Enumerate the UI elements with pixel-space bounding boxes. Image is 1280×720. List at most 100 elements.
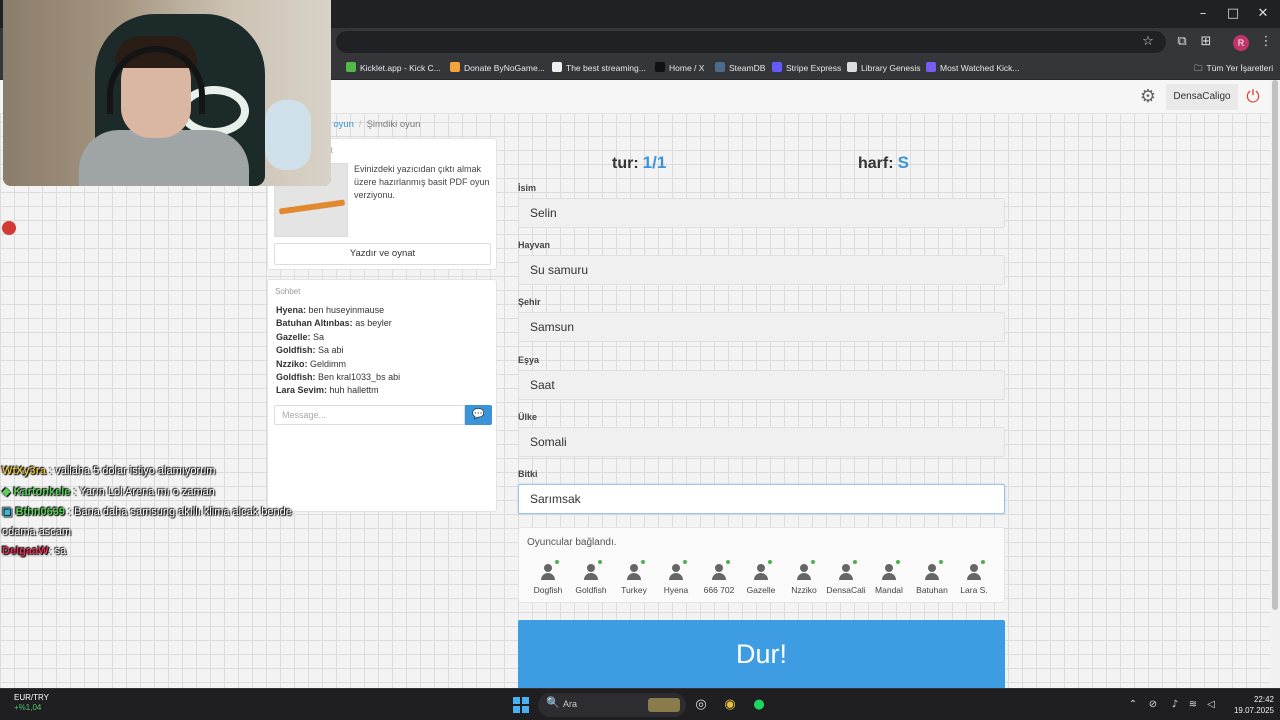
player-name: Gazelle: [746, 585, 776, 595]
chrome-icon[interactable]: ◉: [719, 694, 741, 716]
bookmark-steamdb[interactable]: SteamDB: [715, 60, 765, 76]
bookmark-stripe[interactable]: Stripe Express: [772, 60, 841, 76]
player-card: Gazelle: [740, 560, 782, 595]
stream-logo: [0, 218, 120, 240]
search-icon: 🔍: [546, 696, 560, 709]
bookmark-favicon: [346, 62, 356, 72]
country-input[interactable]: [518, 427, 1005, 457]
user-menu[interactable]: DensaCaligo: [1166, 84, 1238, 110]
bookmark-favicon: [450, 62, 460, 72]
field-label-country: Ülke: [518, 412, 538, 422]
player-card: Lara S.: [953, 560, 995, 595]
breadcrumb-separator: /: [358, 119, 362, 130]
gear-icon[interactable]: ⚙: [1138, 87, 1158, 107]
star-icon[interactable]: ☆: [1138, 32, 1158, 52]
city-input[interactable]: [518, 312, 1005, 342]
user-icon: [835, 560, 857, 582]
user-icon: [921, 560, 943, 582]
round-value: 1/1: [642, 153, 667, 172]
currency-widget[interactable]: EUR/TRY +%1,04: [14, 693, 74, 712]
stream-chat-user: WtXy3ra: [2, 465, 47, 477]
user-icon: [623, 560, 645, 582]
all-bookmarks[interactable]: 🗀 Tüm Yer İşaretleri: [1194, 60, 1273, 76]
windows-start-icon[interactable]: [513, 697, 529, 713]
player-card: Batuhan: [911, 560, 953, 595]
bookmark-x[interactable]: Home / X: [655, 60, 704, 76]
bookmark-favicon: [655, 62, 665, 72]
stream-chat-user: Kartonkele: [13, 485, 71, 498]
chat-user: Goldfish:: [276, 372, 316, 383]
close-icon[interactable]: ✕: [1248, 4, 1278, 24]
minimize-icon[interactable]: –: [1188, 4, 1218, 24]
letter-value: S: [897, 153, 909, 172]
power-icon[interactable]: ⏻: [1242, 86, 1264, 108]
player-name: Nzziko: [791, 585, 817, 595]
profile-avatar[interactable]: R: [1233, 35, 1249, 51]
bookmark-favicon: [552, 62, 562, 72]
chat-message: Hyena: ben huseyinmause: [276, 304, 491, 317]
taskbar-search[interactable]: 🔍 Ara: [538, 693, 686, 717]
name-input[interactable]: [518, 198, 1005, 228]
chat-user: Hyena:: [276, 305, 307, 315]
player-card: DensaCali: [825, 560, 867, 595]
menu-icon[interactable]: ⋮: [1256, 32, 1276, 52]
page-scrollbar[interactable]: [1270, 80, 1280, 688]
chat-text: Sa: [313, 331, 325, 342]
network-icon[interactable]: ⊘: [1142, 694, 1164, 716]
user-icon: [963, 560, 985, 582]
pencil-image: [278, 199, 346, 215]
user-icon: [750, 560, 772, 582]
copilot-icon[interactable]: ◎: [690, 694, 712, 716]
streamer-torso: [79, 130, 249, 186]
folder-icon: 🗀: [1194, 64, 1203, 74]
extensions-icon[interactable]: ⊞: [1196, 32, 1216, 52]
currency-pair: EUR/TRY: [14, 693, 49, 702]
print-play-button[interactable]: Yazdır ve oynat: [274, 243, 491, 265]
bookmark-most-watched[interactable]: Most Watched Kick...: [926, 60, 1020, 76]
chat-user: Gazelle:: [276, 331, 311, 342]
field-label-object: Eşya: [518, 355, 540, 365]
breadcrumb-current: Şimdiki oyun: [366, 119, 421, 130]
user-icon: [708, 560, 730, 582]
object-input[interactable]: [518, 370, 1005, 400]
volume-icon[interactable]: ◁: [1200, 694, 1222, 716]
player-name: Lara S.: [960, 585, 988, 595]
pdf-description: Evinizdeki yazıcıdan çıktı almak üzere h…: [354, 164, 490, 200]
stream-chat-user: DeIgaaW: [2, 545, 49, 558]
bookmark-libgen[interactable]: Library Genesis: [847, 60, 921, 76]
chat-message: Goldfish: Ben kral1033_bs abi: [276, 371, 491, 384]
address-bar[interactable]: [336, 31, 1166, 53]
bookmark-favicon: [772, 62, 782, 72]
player-card: Mandal: [868, 560, 910, 595]
spotify-icon[interactable]: ●: [748, 694, 770, 716]
bookmark-bynogame[interactable]: Donate ByNoGame...: [450, 60, 545, 76]
animal-input[interactable]: [518, 255, 1005, 285]
scrollbar-thumb[interactable]: [1272, 80, 1278, 610]
player-card: Dogfish: [527, 560, 569, 595]
chat-bubble-icon[interactable]: 💬: [465, 405, 492, 425]
bookmark-kicklet[interactable]: Kicklet.app - Kick C...: [346, 60, 441, 76]
chat-user: Nzziko:: [276, 358, 308, 369]
bookmark-favicon: [715, 62, 725, 72]
stop-button[interactable]: Dur!: [518, 620, 1005, 688]
taskbar-clock[interactable]: 22:42 19.07.2025: [1222, 694, 1274, 716]
player-name: Hyena: [663, 585, 689, 595]
chat-text: Sa abi: [318, 345, 344, 356]
players-status: Oyuncular bağlandı.: [527, 537, 617, 548]
chat-message: Goldfish: Sa abi: [276, 344, 491, 357]
user-icon: [665, 560, 687, 582]
player-name: 666 702: [703, 585, 735, 595]
player-name: Turkey: [621, 585, 647, 595]
breadcrumb: eni oyun / Şimdiki oyun: [318, 119, 420, 130]
plant-input[interactable]: [518, 484, 1005, 514]
player-name: Dogfish: [533, 585, 563, 595]
bookmark-streaming[interactable]: The best streaming...: [552, 60, 646, 76]
chat-user: Lara Sevim:: [276, 385, 328, 396]
maximize-icon[interactable]: □: [1218, 4, 1248, 24]
chevron-up-icon[interactable]: ⌃: [1122, 694, 1144, 716]
chat-title: Sohbet: [275, 287, 301, 296]
chat-message-input[interactable]: [274, 405, 465, 425]
chat-user: Batuhan Altınbas:: [276, 318, 353, 329]
chat-message: Lara Sevim: huh hallettm: [276, 384, 491, 397]
translate-icon[interactable]: ⧉: [1172, 32, 1192, 52]
